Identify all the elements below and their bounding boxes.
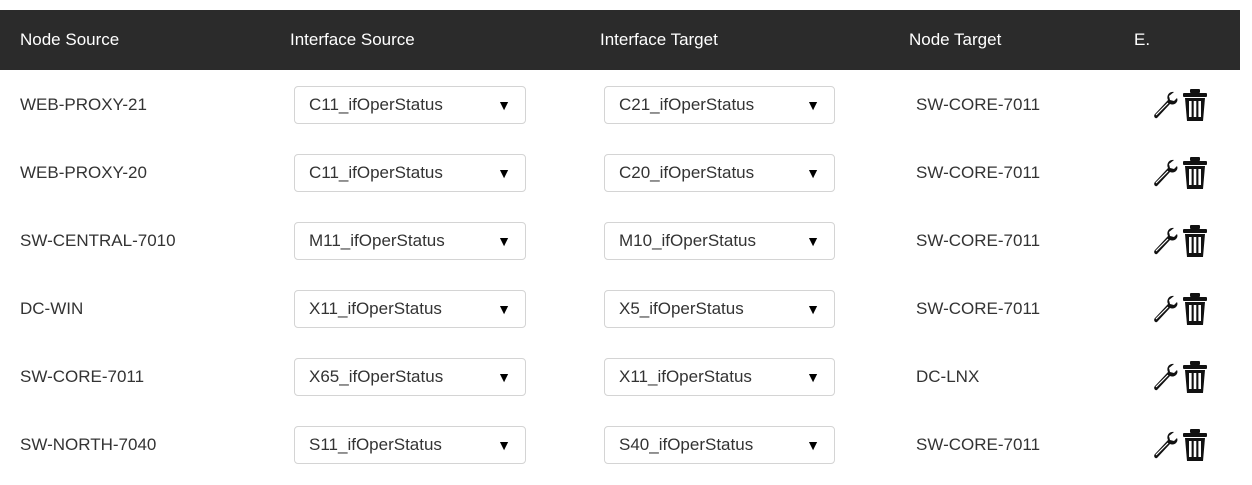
interface-target-select[interactable]: X11_ifOperStatus ▼	[604, 358, 835, 396]
interface-target-select[interactable]: C20_ifOperStatus ▼	[604, 154, 835, 192]
interface-source-select[interactable]: S11_ifOperStatus ▼	[294, 426, 526, 464]
caret-down-icon: ▼	[497, 233, 511, 249]
node-source-cell: WEB-PROXY-21	[20, 95, 147, 114]
wrench-icon[interactable]	[1150, 428, 1180, 462]
node-source-cell: SW-CORE-7011	[20, 367, 145, 386]
header-interface-source: Interface Source	[290, 30, 415, 49]
interface-target-select-value: C20_ifOperStatus	[619, 163, 755, 182]
trash-icon[interactable]	[1182, 88, 1208, 122]
interface-target-select[interactable]: M10_ifOperStatus ▼	[604, 222, 835, 260]
node-target-cell: DC-LNX	[916, 367, 980, 386]
header-node-source: Node Source	[20, 30, 120, 49]
trash-icon[interactable]	[1182, 156, 1208, 190]
interface-target-select[interactable]: C21_ifOperStatus ▼	[604, 86, 835, 124]
wrench-icon[interactable]	[1150, 292, 1180, 326]
table-row: DC-WIN X11_ifOperStatus ▼ X5_ifOperStatus ▼ S…	[0, 275, 1240, 343]
node-target-cell: SW-CORE-7011	[916, 435, 1041, 454]
caret-down-icon: ▼	[806, 233, 820, 249]
wrench-icon[interactable]	[1150, 360, 1180, 394]
node-target-cell: SW-CORE-7011	[916, 95, 1041, 114]
interface-source-select-value: C11_ifOperStatus	[309, 95, 443, 114]
caret-down-icon: ▼	[806, 369, 820, 385]
caret-down-icon: ▼	[806, 165, 820, 181]
interface-source-select[interactable]: M11_ifOperStatus ▼	[294, 222, 526, 260]
trash-icon[interactable]	[1182, 292, 1208, 326]
table-row: WEB-PROXY-21 C11_ifOperStatus ▼ C21_ifOperS…	[0, 71, 1240, 139]
interface-source-select-value: X11_ifOperStatus	[309, 299, 442, 318]
trash-icon[interactable]	[1182, 428, 1208, 462]
interface-target-select-value: C21_ifOperStatus	[619, 95, 755, 114]
caret-down-icon: ▼	[806, 301, 820, 317]
wrench-icon[interactable]	[1150, 88, 1180, 122]
row-actions	[1150, 360, 1210, 394]
interface-source-select-value: M11_ifOperStatus	[309, 231, 445, 250]
table-row: SW-CENTRAL-7010 M11_ifOperStatus ▼ M10_ifOp…	[0, 207, 1240, 275]
node-target-cell: SW-CORE-7011	[916, 231, 1041, 250]
header-node-target: Node Target	[909, 30, 1002, 49]
header-interface-target: Interface Target	[600, 30, 718, 49]
caret-down-icon: ▼	[497, 301, 511, 317]
row-actions	[1150, 224, 1210, 258]
interface-target-select[interactable]: S40_ifOperStatus ▼	[604, 426, 835, 464]
wrench-icon[interactable]	[1150, 224, 1180, 258]
caret-down-icon: ▼	[497, 369, 511, 385]
caret-down-icon: ▼	[497, 97, 511, 113]
node-source-cell: SW-CENTRAL-7010	[20, 231, 176, 250]
header-edit: E.	[1134, 30, 1151, 49]
table-row: SW-NORTH-7040 S11_ifOperStatus ▼ S40_ifOper…	[0, 411, 1240, 479]
node-target-cell: SW-CORE-7011	[916, 299, 1041, 318]
row-actions	[1150, 88, 1210, 122]
interface-source-select-value: S11_ifOperStatus	[309, 435, 442, 454]
node-source-cell: WEB-PROXY-20	[20, 163, 147, 182]
caret-down-icon: ▼	[497, 165, 511, 181]
interface-target-select[interactable]: X5_ifOperStatus ▼	[604, 290, 835, 328]
table-row: SW-CORE-7011 X65_ifOperStatus ▼ X11_ifOperS…	[0, 343, 1240, 411]
row-actions	[1150, 156, 1210, 190]
table-header: Node Source Interface Source Interface T…	[0, 10, 1240, 70]
interface-source-select[interactable]: C11_ifOperStatus ▼	[294, 86, 526, 124]
interface-source-select-value: X65_ifOperStatus	[309, 367, 444, 386]
caret-down-icon: ▼	[806, 97, 820, 113]
links-table: Node Source Interface Source Interface T…	[0, 0, 1240, 485]
node-target-cell: SW-CORE-7011	[916, 163, 1041, 182]
interface-target-select-value: X5_ifOperStatus	[619, 299, 744, 318]
trash-icon[interactable]	[1182, 360, 1208, 394]
interface-target-select-value: X11_ifOperStatus	[619, 367, 752, 386]
table-row: WEB-PROXY-20 C11_ifOperStatus ▼ C20_ifOperS…	[0, 139, 1240, 207]
row-actions	[1150, 292, 1210, 326]
row-actions	[1150, 428, 1210, 462]
interface-target-select-value: S40_ifOperStatus	[619, 435, 754, 454]
caret-down-icon: ▼	[806, 437, 820, 453]
interface-target-select-value: M10_ifOperStatus	[619, 231, 757, 250]
caret-down-icon: ▼	[497, 437, 511, 453]
interface-source-select[interactable]: X11_ifOperStatus ▼	[294, 290, 526, 328]
interface-source-select-value: C11_ifOperStatus	[309, 163, 443, 182]
node-source-cell: SW-NORTH-7040	[20, 435, 157, 454]
node-source-cell: DC-WIN	[20, 299, 84, 318]
wrench-icon[interactable]	[1150, 156, 1180, 190]
trash-icon[interactable]	[1182, 224, 1208, 258]
interface-source-select[interactable]: X65_ifOperStatus ▼	[294, 358, 526, 396]
interface-source-select[interactable]: C11_ifOperStatus ▼	[294, 154, 526, 192]
